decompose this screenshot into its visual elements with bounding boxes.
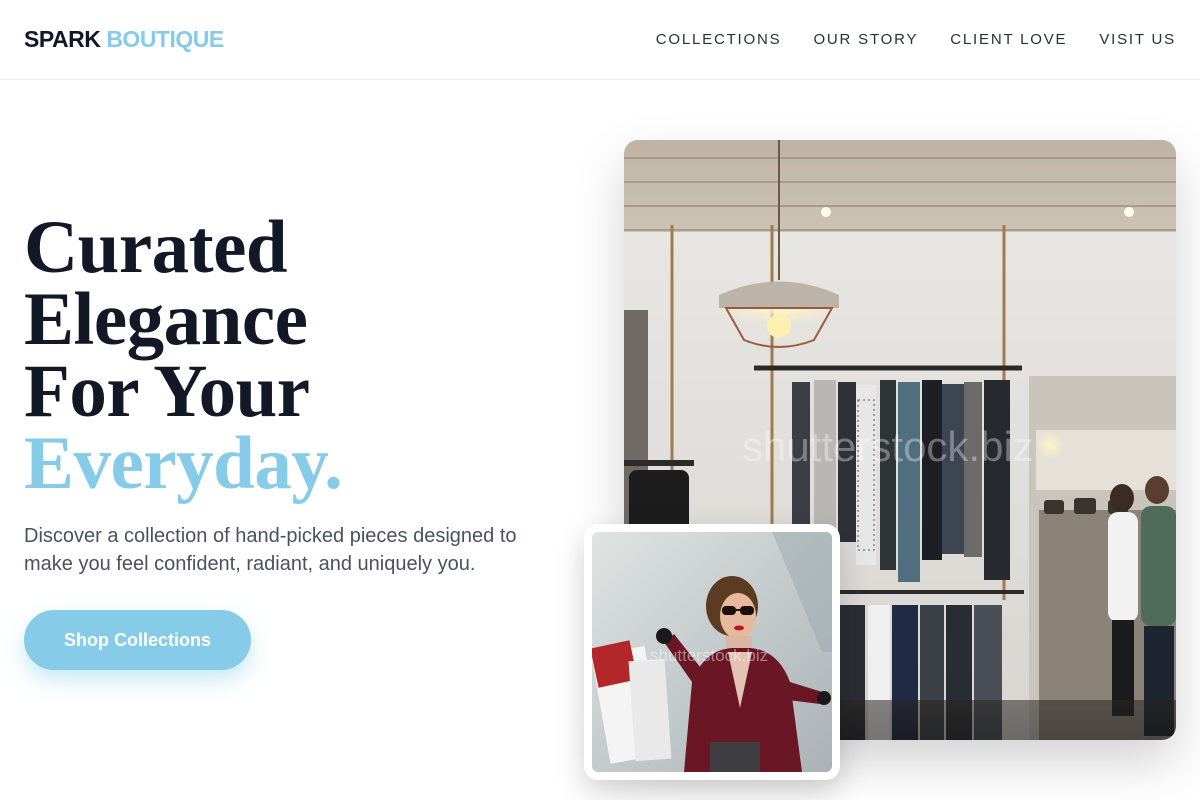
headline-accent: Everyday. [24, 422, 343, 505]
hero-headline: Curated Elegance For Your Everyday. [24, 206, 343, 505]
shop-collections-button[interactable]: Shop Collections [24, 610, 251, 670]
shopper-image: shutterstock.biz [592, 532, 832, 772]
nav-link-our-story[interactable]: OUR STORY [813, 31, 918, 48]
main-nav: COLLECTIONS OUR STORY CLIENT LOVE VISIT … [656, 31, 1176, 48]
inset-photo-card: shutterstock.biz [584, 524, 840, 780]
shopper-illustration [592, 532, 832, 772]
nav-link-collections[interactable]: COLLECTIONS [656, 31, 782, 48]
nav-link-client-love[interactable]: CLIENT LOVE [950, 31, 1067, 48]
site-header: SPARK BOUTIQUE COLLECTIONS OUR STORY CLIE… [0, 0, 1200, 80]
headline-line-2: Elegance [24, 278, 308, 361]
headline-line-3: For Your [24, 350, 310, 433]
headline-line-1: Curated [24, 206, 288, 289]
hero-subtitle: Discover a collection of hand-picked pie… [24, 525, 517, 575]
logo-primary: SPARK [24, 26, 101, 52]
nav-link-visit-us[interactable]: VISIT US [1099, 31, 1176, 48]
logo[interactable]: SPARK BOUTIQUE [24, 26, 224, 53]
logo-secondary: BOUTIQUE [106, 26, 224, 52]
